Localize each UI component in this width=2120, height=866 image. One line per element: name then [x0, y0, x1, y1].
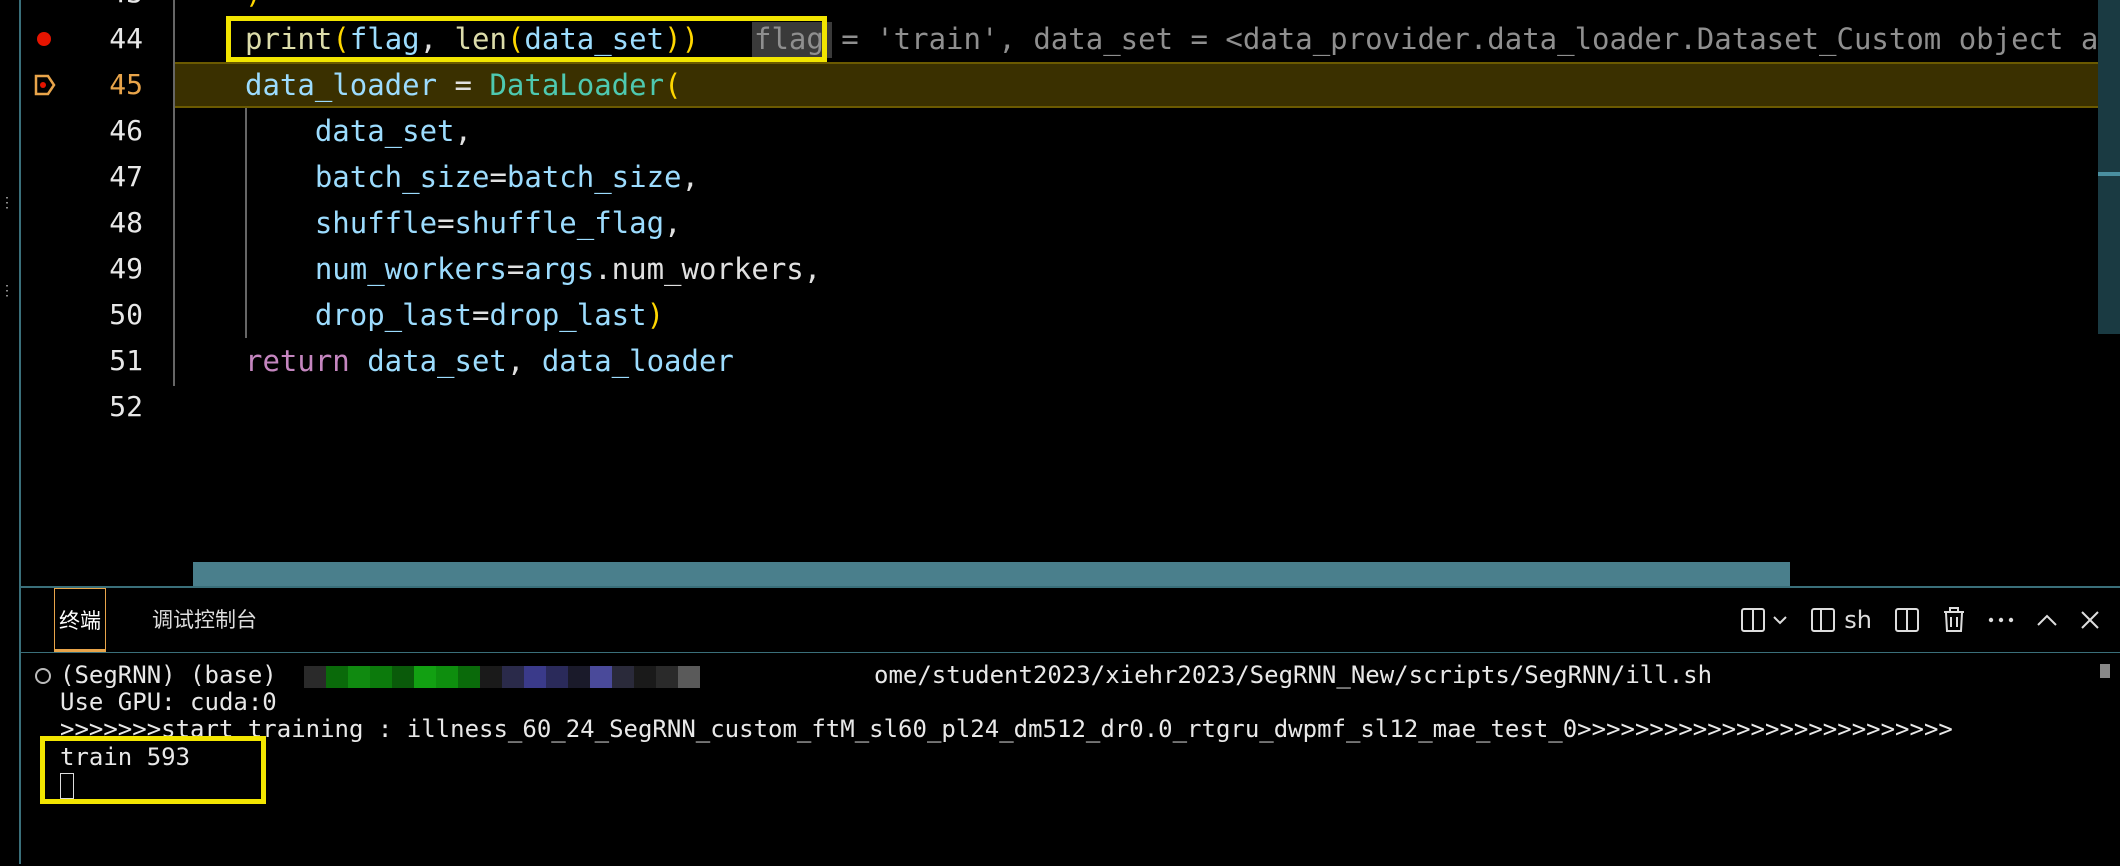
redacted-pixel — [524, 666, 546, 688]
line-number: 50 — [109, 298, 143, 331]
highlight-box-train-output — [40, 736, 266, 804]
code-text: drop_last=drop_last) — [245, 298, 665, 332]
redacted-pixel — [612, 666, 634, 688]
line-number: 48 — [109, 206, 143, 239]
panel-separator — [21, 652, 2120, 653]
code-text: data_loader = DataLoader( — [245, 68, 682, 102]
terminal-output[interactable]: (SegRNN) (base) ome/student2023/xiehr202… — [21, 654, 2120, 866]
redacted-pixel — [634, 666, 656, 688]
code-line[interactable]: 47 batch_size=batch_size, — [21, 154, 2120, 200]
line-number: 52 — [109, 390, 143, 423]
code-line[interactable]: 46 data_set, — [21, 108, 2120, 154]
redacted-pixel — [480, 666, 502, 688]
line-number: 45 — [109, 68, 143, 101]
redacted-pixel — [590, 666, 612, 688]
redacted-pixel — [568, 666, 590, 688]
redacted-pixel — [370, 666, 392, 688]
inline-debug-value: flag = 'train', data_set = <data_provide… — [754, 22, 2099, 56]
chevron-down-icon[interactable] — [1772, 600, 1788, 640]
code-text: batch_size=batch_size, — [245, 160, 699, 194]
bottom-panel: 终端 调试控制台 sh (SegRNN) (base) ome/student2… — [21, 586, 2120, 866]
trash-icon[interactable] — [1942, 600, 1966, 640]
line-number: 51 — [109, 344, 143, 377]
code-text: data_set, — [245, 114, 472, 148]
redacted-pixel — [656, 666, 678, 688]
terminal-command-path: ome/student2023/xiehr2023/SegRNN_New/scr… — [874, 661, 1713, 689]
redacted-pixel — [392, 666, 414, 688]
more-dots-icon[interactable]: ⋮ — [0, 196, 14, 210]
code-line[interactable]: 48 shuffle=shuffle_flag, — [21, 200, 2120, 246]
code-editor[interactable]: 43)44print(flag, len(data_set))flag = 't… — [21, 0, 2120, 586]
split-editor-icon[interactable] — [1740, 600, 1766, 640]
line-number: 43 — [63, 0, 143, 16]
panel-toolbar: sh — [1740, 588, 2100, 652]
code-text: shuffle=shuffle_flag, — [245, 206, 682, 240]
redacted-pixel — [414, 666, 436, 688]
highlight-box-print-line — [226, 16, 827, 62]
line-number: 46 — [109, 114, 143, 147]
close-icon[interactable] — [2080, 600, 2100, 640]
redacted-pixel — [458, 666, 480, 688]
code-line[interactable]: 52 — [21, 384, 2120, 430]
line-number: 49 — [109, 252, 143, 285]
code-line[interactable]: 45 data_loader = DataLoader( — [21, 62, 2120, 108]
code-line[interactable]: 49 num_workers=args.num_workers, — [21, 246, 2120, 292]
redacted-pixel — [304, 666, 326, 688]
redacted-pixel — [502, 666, 524, 688]
debug-stackframe-icon[interactable] — [33, 73, 57, 97]
activity-bar: ⋮ ⋮ — [0, 0, 20, 864]
code-line[interactable]: 51 return data_set, data_loader — [21, 338, 2120, 384]
redacted-pixel — [436, 666, 458, 688]
redacted-pixel — [678, 666, 700, 688]
redacted-pixel — [326, 666, 348, 688]
line-number: 44 — [109, 22, 143, 55]
code-line[interactable]: 43) — [21, 0, 2120, 16]
terminal-scrollbar[interactable] — [2100, 664, 2110, 678]
line-number: 47 — [109, 160, 143, 193]
command-status-icon — [35, 668, 51, 684]
terminal-prompt-prefix: (SegRNN) (base) — [60, 661, 277, 689]
more-icon[interactable] — [1988, 600, 2014, 640]
terminal-line-training: >>>>>>>start training : illness_60_24_Se… — [60, 715, 1953, 743]
redacted-pixel — [348, 666, 370, 688]
tab-debug-console[interactable]: 调试控制台 — [152, 588, 257, 652]
code-line[interactable]: 50 drop_last=drop_last) — [21, 292, 2120, 338]
scrollbar-position-marker — [2098, 172, 2120, 176]
code-text: num_workers=args.num_workers, — [245, 252, 822, 286]
code-text: return data_set, data_loader — [245, 344, 734, 378]
redacted-pixel — [546, 666, 568, 688]
code-text: ) — [245, 0, 262, 16]
breakpoint-icon[interactable] — [37, 32, 51, 46]
more-dots-icon[interactable]: ⋮ — [0, 284, 14, 298]
chevron-up-icon[interactable] — [2036, 600, 2058, 640]
shell-label: sh — [1844, 606, 1872, 634]
tab-terminal[interactable]: 终端 — [54, 588, 106, 652]
terminal-line-gpu: Use GPU: cuda:0 — [60, 688, 277, 716]
vertical-scrollbar[interactable] — [2098, 0, 2120, 334]
layout-icon[interactable] — [1894, 600, 1920, 640]
horizontal-scrollbar[interactable] — [193, 562, 1790, 586]
terminal-split-icon[interactable] — [1810, 600, 1836, 640]
